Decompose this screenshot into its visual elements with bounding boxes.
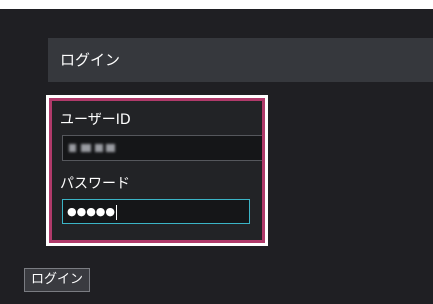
login-button[interactable]: ログイン	[24, 268, 91, 292]
password-value: ●●●●●	[67, 204, 117, 220]
userid-input[interactable]	[62, 135, 262, 161]
userid-label: ユーザーID	[60, 112, 131, 128]
highlight-frame: ユーザーID パスワード ●●●●●	[46, 95, 268, 246]
password-label: パスワード	[60, 176, 130, 192]
header-bar: ログイン	[48, 38, 433, 82]
page-title: ログイン	[60, 51, 121, 69]
password-input[interactable]: ●●●●●	[62, 199, 250, 224]
login-form: ユーザーID パスワード ●●●●●	[52, 101, 262, 240]
app-window: ログイン ユーザーID パスワード ●●●●● ログイン	[0, 0, 433, 304]
text-caret	[116, 204, 117, 220]
